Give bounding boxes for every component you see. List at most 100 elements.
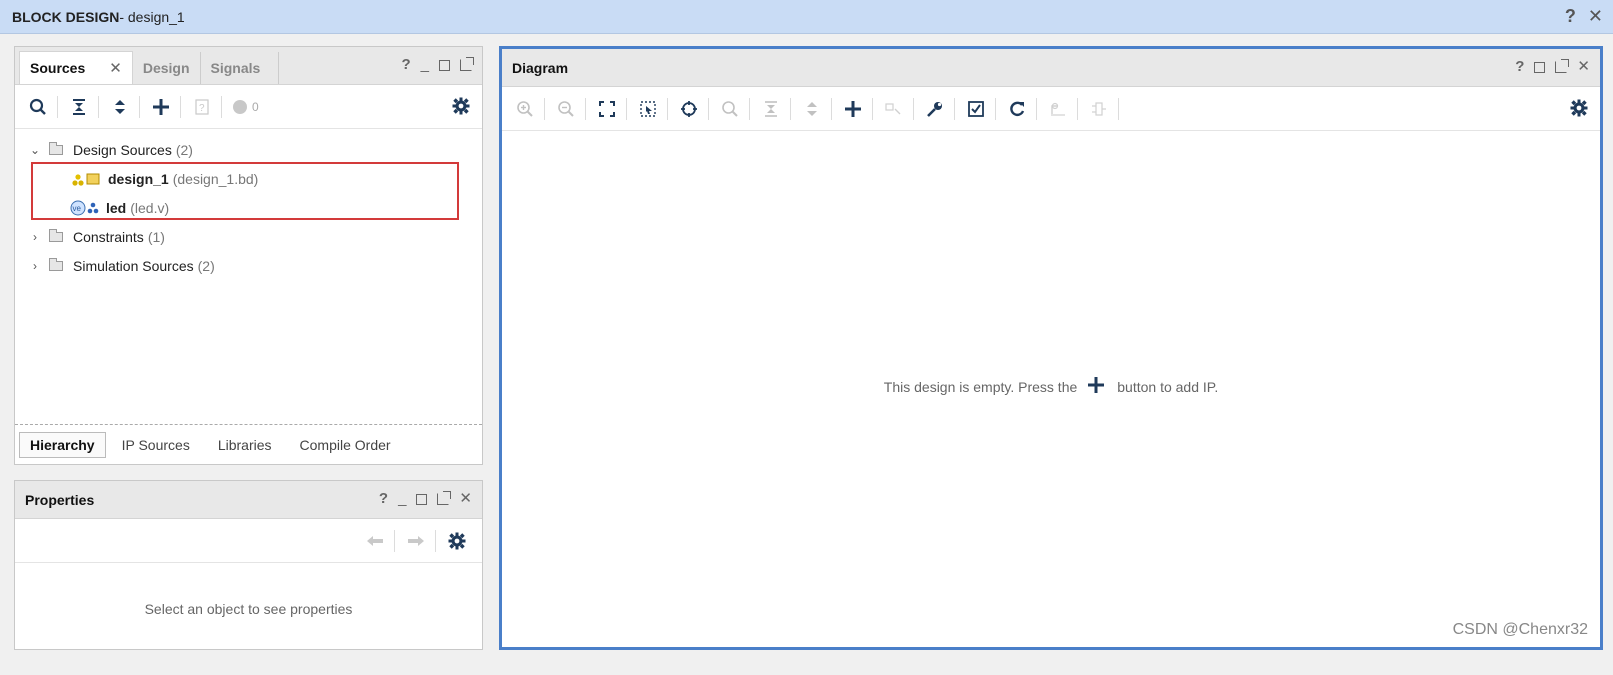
chevron-down-icon[interactable]: ⌄ xyxy=(27,143,43,157)
maximize-icon[interactable] xyxy=(416,493,428,505)
gear-icon[interactable] xyxy=(1570,99,1588,120)
properties-empty-message: Select an object to see properties xyxy=(144,601,353,617)
add-sources-icon[interactable] xyxy=(150,96,172,118)
diagram-toolbar xyxy=(502,87,1600,131)
minimize-icon[interactable]: _ xyxy=(398,490,406,508)
tab-libraries[interactable]: Libraries xyxy=(204,432,286,458)
toolbar-separator xyxy=(394,529,395,552)
search-icon[interactable] xyxy=(719,98,741,120)
refresh-icon[interactable] xyxy=(1006,98,1028,120)
toolbar-separator xyxy=(98,95,99,118)
sources-toolbar: ? 0 xyxy=(15,85,482,129)
help-button[interactable]: ? xyxy=(1565,6,1576,27)
expand-all-icon[interactable] xyxy=(801,98,823,120)
back-arrow-icon[interactable] xyxy=(364,530,386,552)
selection-highlight-box xyxy=(31,162,459,220)
toolbar-separator xyxy=(221,95,222,118)
minimize-icon[interactable]: _ xyxy=(421,56,429,74)
constraints-label: Constraints xyxy=(73,228,144,245)
zoom-fit-icon[interactable] xyxy=(596,98,618,120)
tab-design-label: Design xyxy=(142,60,190,76)
zoom-area-icon[interactable] xyxy=(637,98,659,120)
toolbar-separator xyxy=(1118,97,1119,120)
tab-ip-sources[interactable]: IP Sources xyxy=(108,432,204,458)
diagram-header: Diagram ? ✕ xyxy=(502,49,1600,87)
tree-row-simulation[interactable]: › Simulation Sources (2) xyxy=(15,251,482,280)
help-icon[interactable]: ? xyxy=(1515,58,1524,76)
properties-header-icons: ? _ ✕ xyxy=(379,490,472,508)
maximize-icon[interactable] xyxy=(439,59,450,71)
chevron-right-icon[interactable]: › xyxy=(27,259,43,273)
diagram-empty-message: This design is empty. Press the button t… xyxy=(502,376,1600,397)
empty-message-after: button to add IP. xyxy=(1117,378,1219,395)
toolbar-separator xyxy=(57,95,58,118)
simulation-label: Simulation Sources xyxy=(73,257,194,274)
expand-all-icon[interactable] xyxy=(109,96,131,118)
constraints-count: (1) xyxy=(147,228,165,245)
float-icon[interactable] xyxy=(437,491,452,505)
sources-bottom-tabs: Hierarchy IP Sources Libraries Compile O… xyxy=(15,424,482,464)
empty-message-before: This design is empty. Press the xyxy=(883,378,1078,395)
design-sources-label: Design Sources xyxy=(73,141,172,158)
crosshair-icon[interactable] xyxy=(678,98,700,120)
diagram-title: Diagram xyxy=(512,59,569,76)
toolbar-separator xyxy=(995,97,996,120)
forward-arrow-icon[interactable] xyxy=(405,530,427,552)
float-icon[interactable] xyxy=(1555,59,1570,73)
zoom-out-icon[interactable] xyxy=(555,98,577,120)
toolbar-separator xyxy=(585,97,586,120)
toolbar-separator xyxy=(708,97,709,120)
status-dot-icon xyxy=(232,96,248,118)
close-icon[interactable]: ✕ xyxy=(1577,58,1590,76)
titlebar-controls: ? ✕ xyxy=(1565,6,1603,27)
sources-panel: Sources ✕ Design Signals ? _ ? 0 ⌄ Desig… xyxy=(14,46,483,465)
toolbar-separator xyxy=(913,97,914,120)
diagram-panel: Diagram ? ✕ This design is empty. Press … xyxy=(499,46,1603,650)
maximize-icon[interactable] xyxy=(1534,61,1546,73)
properties-header: Properties ? _ ✕ xyxy=(15,481,482,519)
zoom-in-icon[interactable] xyxy=(514,98,536,120)
toolbar-separator xyxy=(1077,97,1078,120)
toolbar-separator xyxy=(1036,97,1037,120)
window-title-rest: - design_1 xyxy=(119,8,185,25)
toolbar-separator xyxy=(954,97,955,120)
tab-hierarchy[interactable]: Hierarchy xyxy=(19,431,106,458)
folder-icon xyxy=(49,141,63,155)
tree-row-constraints[interactable]: › Constraints (1) xyxy=(15,222,482,251)
regenerate-layout-icon[interactable] xyxy=(1047,98,1069,120)
toolbar-separator xyxy=(831,97,832,120)
toolbar-separator xyxy=(435,529,436,552)
gear-icon[interactable] xyxy=(452,97,470,118)
toolbar-separator xyxy=(544,97,545,120)
properties-toolbar xyxy=(15,519,482,563)
collapse-all-icon[interactable] xyxy=(760,98,782,120)
status-count: 0 xyxy=(252,99,259,114)
pin-block-icon[interactable] xyxy=(1088,98,1110,120)
properties-title: Properties xyxy=(25,491,95,508)
tab-signals[interactable]: Signals xyxy=(201,52,280,84)
properties-panel: Properties ? _ ✕ Select an object to see… xyxy=(14,480,483,650)
close-icon[interactable]: ✕ xyxy=(459,490,472,508)
tree-row-design-sources[interactable]: ⌄ Design Sources (2) xyxy=(15,135,482,164)
collapse-all-icon[interactable] xyxy=(68,96,90,118)
add-port-icon[interactable] xyxy=(883,98,905,120)
validate-icon[interactable] xyxy=(965,98,987,120)
tab-compile-order[interactable]: Compile Order xyxy=(286,432,405,458)
tab-sources-label: Sources xyxy=(30,60,86,76)
help-icon[interactable]: ? xyxy=(401,56,410,74)
toolbar-separator xyxy=(790,97,791,120)
add-ip-icon[interactable] xyxy=(842,98,864,120)
tab-sources[interactable]: Sources ✕ xyxy=(19,51,133,84)
gear-icon[interactable] xyxy=(446,530,468,552)
chevron-right-icon[interactable]: › xyxy=(27,230,43,244)
help-icon[interactable]: ? xyxy=(379,490,388,508)
close-button[interactable]: ✕ xyxy=(1588,6,1603,27)
tab-close-icon[interactable]: ✕ xyxy=(109,59,122,77)
wrench-icon[interactable] xyxy=(924,98,946,120)
search-icon[interactable] xyxy=(27,96,49,118)
tab-design[interactable]: Design xyxy=(133,52,201,84)
toolbar-separator xyxy=(872,97,873,120)
properties-icon[interactable]: ? xyxy=(191,96,213,118)
float-icon[interactable] xyxy=(460,57,474,71)
add-ip-inline-icon[interactable] xyxy=(1087,376,1105,397)
